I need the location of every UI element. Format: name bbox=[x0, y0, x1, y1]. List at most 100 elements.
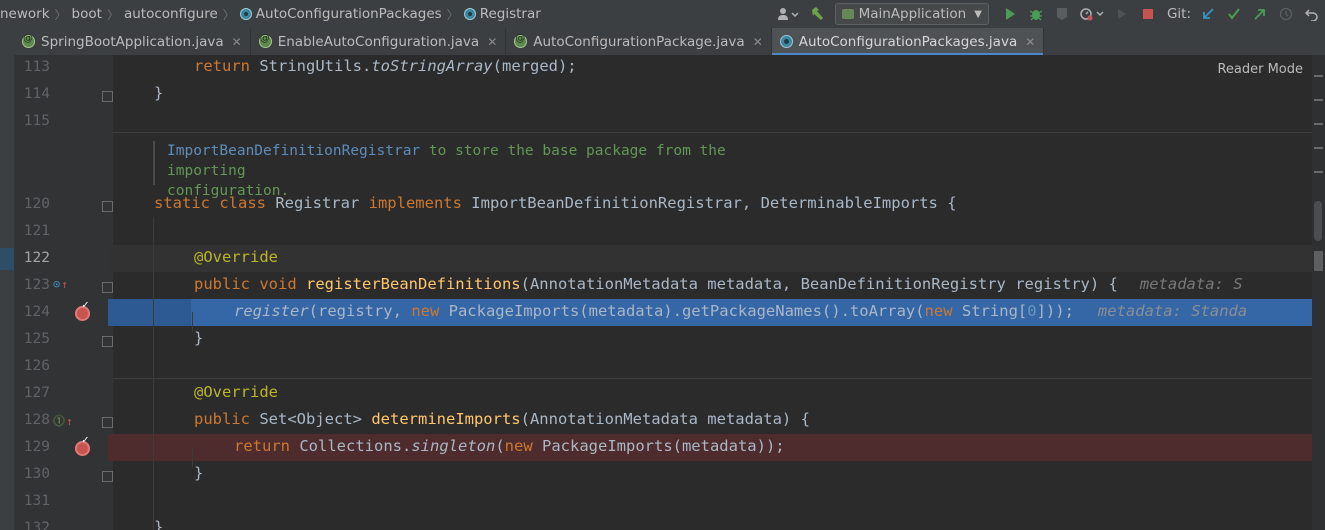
run-icon[interactable] bbox=[999, 3, 1021, 25]
profiler-icon[interactable] bbox=[1077, 3, 1107, 25]
navigation-bar: nework 〉 boot 〉 autoconfigure 〉 AutoConf… bbox=[0, 0, 1325, 29]
annotation-token: @Override bbox=[194, 383, 278, 401]
close-icon[interactable]: ✕ bbox=[1025, 35, 1035, 49]
tab-auto-configuration-packages[interactable]: AutoConfigurationPackages.java ✕ bbox=[771, 28, 1045, 56]
code-token: determineImports bbox=[371, 410, 521, 428]
implements-method-icon[interactable]: ⓵↑ bbox=[53, 412, 73, 429]
annotation-icon bbox=[258, 33, 272, 48]
line-number: 132 bbox=[23, 520, 50, 530]
fold-marker-icon[interactable] bbox=[102, 201, 113, 212]
line-number: 128 bbox=[23, 412, 50, 428]
breadcrumb-item-boot[interactable]: boot bbox=[72, 6, 102, 22]
editor-tab-bar: SpringBootApplication.java ✕ EnableAutoC… bbox=[0, 28, 1325, 56]
code-token: new bbox=[924, 302, 953, 320]
tab-enable-auto-configuration[interactable]: EnableAutoConfiguration.java ✕ bbox=[251, 28, 507, 55]
breadcrumb-item-inner-class[interactable]: Registrar bbox=[480, 6, 541, 22]
tab-label: SpringBootApplication.java bbox=[41, 33, 224, 50]
fold-marker-icon[interactable] bbox=[102, 91, 113, 102]
reader-mode-toggle[interactable]: Reader Mode bbox=[1217, 62, 1303, 77]
breakpoint-icon[interactable] bbox=[75, 298, 90, 321]
chevron-right-icon: 〉 bbox=[106, 7, 119, 22]
tab-auto-configuration-package[interactable]: AutoConfigurationPackage.java ✕ bbox=[506, 28, 772, 55]
class-icon bbox=[779, 35, 793, 48]
indent-guide bbox=[153, 217, 154, 530]
line-number: 123 bbox=[23, 277, 50, 293]
code-token: public bbox=[194, 410, 250, 428]
line-number: 121 bbox=[23, 223, 50, 239]
code-token: ])); bbox=[1036, 302, 1074, 320]
resume-icon[interactable] bbox=[1111, 3, 1133, 25]
code-token: 0 bbox=[1027, 302, 1037, 320]
breadcrumb-item-autoconfigure[interactable]: autoconfigure bbox=[124, 6, 218, 22]
line-number: 125 bbox=[23, 331, 50, 347]
stripe-mark[interactable] bbox=[1314, 75, 1323, 77]
git-commit-icon[interactable] bbox=[1223, 3, 1245, 25]
annotation-token: @Override bbox=[194, 248, 278, 266]
code-token: } bbox=[194, 329, 204, 347]
close-icon[interactable]: ✕ bbox=[232, 35, 242, 49]
fold-marker-icon[interactable] bbox=[102, 282, 113, 293]
code-token: new bbox=[411, 302, 440, 320]
method-separator bbox=[113, 378, 1312, 379]
coverage-icon[interactable] bbox=[1051, 3, 1073, 25]
user-icon[interactable] bbox=[773, 3, 803, 25]
rendered-javadoc[interactable]: ImportBeanDefinitionRegistrar to store t… bbox=[153, 141, 807, 199]
line-number: 124 bbox=[23, 304, 50, 320]
stripe-mark[interactable] bbox=[1314, 99, 1323, 101]
error-stripe[interactable] bbox=[1312, 55, 1325, 530]
code-token: toStringArray bbox=[371, 57, 493, 75]
caret-row-highlight bbox=[108, 245, 1312, 272]
code-editor[interactable]: 113 114 115 120 121 122 123 124 125 126 … bbox=[0, 55, 1325, 530]
line-number: 122 bbox=[23, 250, 50, 266]
stripe-mark[interactable] bbox=[1314, 147, 1323, 149]
code-token: singleton bbox=[411, 437, 496, 455]
rollback-icon[interactable] bbox=[1301, 3, 1323, 25]
javadoc-link[interactable]: ImportBeanDefinitionRegistrar bbox=[167, 143, 420, 159]
git-push-icon[interactable] bbox=[1249, 3, 1271, 25]
stop-icon[interactable] bbox=[1137, 3, 1159, 25]
stripe-mark[interactable] bbox=[1314, 123, 1323, 125]
run-configuration-label: MainApplication bbox=[858, 6, 967, 22]
code-token: new bbox=[504, 437, 533, 455]
code-token: registerBeanDefinitions bbox=[306, 275, 521, 293]
code-token: PackageImports(metadata)); bbox=[532, 437, 785, 455]
line-number: 127 bbox=[23, 385, 50, 401]
git-label: Git: bbox=[1166, 6, 1191, 22]
fold-marker-icon[interactable] bbox=[102, 336, 113, 347]
close-icon[interactable]: ✕ bbox=[487, 35, 497, 49]
code-token: (AnnotationMetadata metadata, BeanDefini… bbox=[520, 275, 1118, 293]
breadcrumb-item-class[interactable]: AutoConfigurationPackages bbox=[256, 6, 442, 22]
breakpoint-icon[interactable] bbox=[75, 433, 90, 456]
build-hammer-icon[interactable] bbox=[807, 3, 829, 25]
stripe-mark[interactable] bbox=[1314, 171, 1323, 173]
git-update-icon[interactable] bbox=[1197, 3, 1219, 25]
close-icon[interactable]: ✕ bbox=[753, 35, 763, 49]
indent-guide bbox=[192, 447, 193, 467]
stripe-mark[interactable] bbox=[1314, 251, 1323, 271]
class-icon bbox=[463, 8, 476, 20]
code-token: } bbox=[154, 84, 164, 102]
tab-label: EnableAutoConfiguration.java bbox=[277, 33, 480, 50]
code-token: PackageImports(metadata).getPackageNames… bbox=[439, 302, 925, 320]
implements-method-icon[interactable]: ⊙↑ bbox=[53, 277, 68, 291]
code-token: (AnnotationMetadata metadata) { bbox=[520, 410, 810, 428]
annotation-icon bbox=[514, 33, 528, 48]
history-icon[interactable] bbox=[1275, 3, 1297, 25]
run-configuration-select[interactable]: MainApplication ▼ bbox=[834, 3, 989, 25]
code-token: ( bbox=[495, 437, 505, 455]
code-token: StringUtils. bbox=[250, 57, 372, 75]
vertical-scrollbar-thumb[interactable] bbox=[1314, 201, 1322, 241]
toolbar: MainApplication ▼ Git: bbox=[771, 0, 1325, 28]
code-token: (registry, bbox=[308, 302, 412, 320]
line-number: 131 bbox=[23, 493, 50, 509]
breadcrumb-item-framework[interactable]: nework bbox=[0, 6, 50, 22]
method-separator bbox=[113, 132, 1312, 133]
inline-debug-value: metadata: Standa bbox=[1097, 302, 1248, 320]
line-number: 120 bbox=[23, 196, 50, 212]
fold-marker-icon[interactable] bbox=[102, 471, 113, 482]
tab-spring-boot-application[interactable]: SpringBootApplication.java ✕ bbox=[0, 28, 251, 55]
debug-icon[interactable] bbox=[1025, 3, 1047, 25]
fold-marker-icon[interactable] bbox=[102, 417, 113, 428]
code-token: static class bbox=[154, 194, 266, 212]
spring-boot-icon bbox=[841, 9, 854, 19]
